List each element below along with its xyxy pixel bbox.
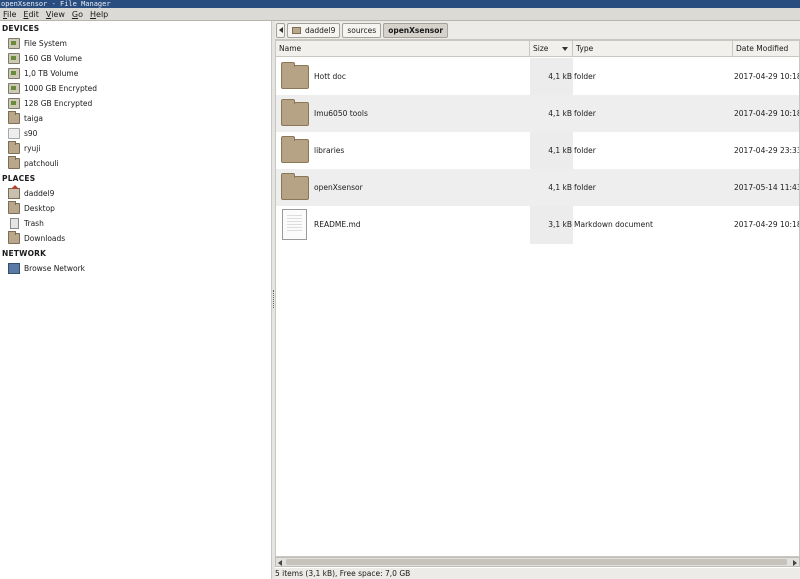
file-row[interactable]: Hott doc 4,1 kB folder 2017-04-29 10:18: — [276, 58, 800, 95]
file-type: Markdown document — [574, 220, 653, 229]
sidebar: DEVICES File System 160 GB Volume 1,0 TB… — [0, 21, 272, 579]
file-size: 4,1 kB — [548, 72, 572, 81]
column-header-size[interactable]: Size — [530, 41, 573, 57]
sidebar-item-desktop[interactable]: Desktop — [0, 201, 271, 216]
folder-icon — [281, 136, 309, 163]
removable-disc-icon — [8, 128, 20, 139]
network-icon — [8, 263, 20, 274]
file-type: folder — [574, 109, 596, 118]
file-name: Imu6050 tools — [314, 109, 368, 118]
sidebar-item-downloads[interactable]: Downloads — [0, 231, 271, 246]
sidebar-item-s90[interactable]: s90 — [0, 126, 271, 141]
file-type: folder — [574, 146, 596, 155]
drive-icon — [8, 98, 20, 109]
file-list-view: Name Size Type Date Modified Hott doc 4,… — [275, 40, 800, 557]
scrollbar-thumb[interactable] — [286, 559, 787, 565]
file-size: 3,1 kB — [548, 220, 572, 229]
text-document-icon — [282, 209, 307, 240]
path-crumb-home[interactable]: daddel9 — [287, 22, 341, 38]
sort-descending-icon — [562, 47, 568, 51]
path-crumb-sources[interactable]: sources — [342, 22, 382, 38]
sidebar-item-taiga[interactable]: taiga — [0, 111, 271, 126]
folder-icon — [281, 99, 309, 126]
menu-file[interactable]: File — [0, 8, 20, 21]
sidebar-item-1000gb-encrypted[interactable]: 1000 GB Encrypted — [0, 81, 271, 96]
file-name: Hott doc — [314, 72, 346, 81]
column-header-type[interactable]: Type — [573, 41, 733, 57]
sidebar-item-ryuji[interactable]: ryuji — [0, 141, 271, 156]
sidebar-item-1tb-volume[interactable]: 1,0 TB Volume — [0, 66, 271, 81]
scroll-left-arrow-icon[interactable] — [278, 560, 282, 566]
column-header-date[interactable]: Date Modified — [733, 41, 799, 57]
file-size: 4,1 kB — [548, 183, 572, 192]
folder-icon — [8, 111, 20, 124]
sidebar-item-home[interactable]: daddel9 — [0, 185, 271, 201]
sidebar-item-patchouli[interactable]: patchouli — [0, 156, 271, 171]
column-header-name[interactable]: Name — [276, 41, 530, 57]
folder-icon — [8, 156, 20, 169]
menu-go[interactable]: Go — [69, 8, 87, 21]
file-size: 4,1 kB — [548, 146, 572, 155]
section-network-header: NETWORK — [2, 249, 47, 258]
file-date: 2017-04-29 10:18: — [734, 109, 800, 118]
path-crumb-current[interactable]: openXsensor — [383, 22, 449, 38]
sidebar-item-trash[interactable]: Trash — [0, 216, 271, 231]
folder-icon — [8, 231, 20, 244]
file-date: 2017-04-29 23:33: — [734, 146, 800, 155]
window-title-bar: openXsensor - File Manager — [0, 0, 800, 8]
scroll-right-arrow-icon[interactable] — [793, 560, 797, 566]
file-row[interactable]: libraries 4,1 kB folder 2017-04-29 23:33… — [276, 132, 800, 169]
home-folder-icon — [292, 26, 301, 34]
drive-icon — [8, 68, 20, 79]
sidebar-item-160gb-volume[interactable]: 160 GB Volume — [0, 51, 271, 66]
menu-edit[interactable]: Edit — [20, 8, 43, 21]
folder-icon — [281, 173, 309, 200]
file-name: libraries — [314, 146, 345, 155]
path-bar: daddel9 sources openXsensor — [275, 21, 800, 40]
trash-icon — [10, 218, 19, 229]
section-places-header: PLACES — [2, 174, 36, 183]
sidebar-item-128gb-encrypted[interactable]: 128 GB Encrypted — [0, 96, 271, 111]
menu-bar: File Edit View Go Help — [0, 8, 800, 21]
menu-help[interactable]: Help — [87, 8, 112, 21]
file-name: openXsensor — [314, 183, 363, 192]
file-size: 4,1 kB — [548, 109, 572, 118]
folder-icon — [281, 62, 309, 89]
file-date: 2017-05-14 11:43: — [734, 183, 800, 192]
status-bar: 5 items (3,1 kB), Free space: 7,0 GB — [275, 568, 800, 579]
sidebar-item-file-system[interactable]: File System — [0, 36, 271, 51]
drive-icon — [8, 83, 20, 94]
file-type: folder — [574, 72, 596, 81]
drive-icon — [8, 38, 20, 49]
file-row[interactable]: README.md 3,1 kB Markdown document 2017-… — [276, 206, 800, 243]
path-scroll-left-button[interactable] — [276, 22, 285, 38]
file-date: 2017-04-29 10:18: — [734, 220, 800, 229]
file-name: README.md — [314, 220, 361, 229]
sidebar-item-browse-network[interactable]: Browse Network — [0, 261, 271, 276]
status-text: 5 items (3,1 kB), Free space: 7,0 GB — [275, 569, 411, 578]
home-icon — [8, 185, 20, 199]
menu-view[interactable]: View — [43, 8, 69, 21]
file-row[interactable]: openXsensor 4,1 kB folder 2017-05-14 11:… — [276, 169, 800, 206]
folder-icon — [8, 141, 20, 154]
splitter-grip[interactable] — [273, 290, 274, 308]
file-type: folder — [574, 183, 596, 192]
file-row[interactable]: Imu6050 tools 4,1 kB folder 2017-04-29 1… — [276, 95, 800, 132]
section-devices-header: DEVICES — [2, 24, 40, 33]
horizontal-scrollbar[interactable] — [275, 557, 800, 567]
drive-icon — [8, 53, 20, 64]
file-date: 2017-04-29 10:18: — [734, 72, 800, 81]
folder-icon — [8, 201, 20, 214]
